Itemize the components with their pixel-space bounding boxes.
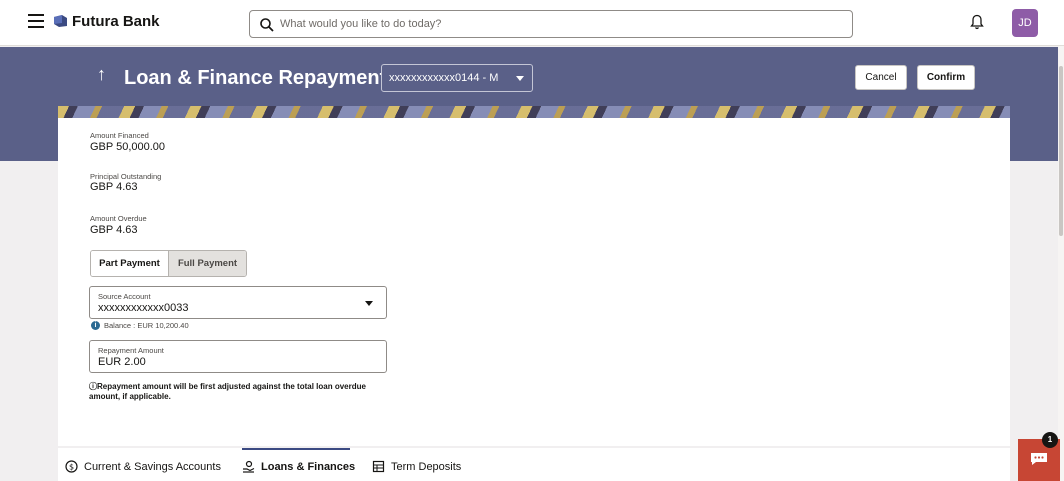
- amount-financed-label: Amount Financed: [90, 131, 149, 140]
- loan-account-value: xxxxxxxxxxxx0144 - M: [389, 72, 499, 84]
- chat-bubble-icon: [1031, 453, 1047, 465]
- payment-type-toggle: Part Payment Full Payment: [90, 250, 247, 277]
- svg-text:$: $: [69, 463, 74, 472]
- product-tabs: $ Current & Savings Accounts Loans & Fin…: [58, 448, 1010, 481]
- loan-account-select[interactable]: xxxxxxxxxxxx0144 - M: [381, 64, 533, 92]
- repayment-note: ⓘRepayment amount will be first adjusted…: [89, 382, 389, 402]
- notification-bell-icon[interactable]: [970, 14, 984, 30]
- active-tab-indicator: [242, 448, 350, 450]
- repayment-amount-value[interactable]: EUR 2.00: [98, 356, 146, 368]
- tab-term-deposits[interactable]: Term Deposits: [372, 460, 461, 473]
- chevron-down-icon: [516, 76, 524, 81]
- chevron-down-icon: [365, 301, 373, 306]
- tab-loans-finances[interactable]: Loans & Finances: [242, 460, 355, 473]
- top-header: Futura Bank JD: [0, 0, 1064, 46]
- repayment-amount-field[interactable]: Repayment Amount EUR 2.00: [89, 340, 387, 373]
- currency-circle-icon: $: [65, 460, 78, 473]
- full-payment-button[interactable]: Full Payment: [168, 251, 246, 276]
- repayment-form-card: Amount Financed GBP 50,000.00 Principal …: [58, 118, 1010, 446]
- principal-outstanding-label: Principal Outstanding: [90, 172, 162, 181]
- balance-text: Balance : EUR 10,200.40: [104, 321, 189, 330]
- source-account-label: Source Account: [98, 292, 151, 301]
- page-title: Loan & Finance Repayments: [124, 67, 398, 89]
- deposit-ledger-icon: [372, 460, 385, 473]
- source-account-dropdown[interactable]: Source Account xxxxxxxxxxxx0033: [89, 286, 387, 319]
- amount-financed-value: GBP 50,000.00: [90, 141, 166, 153]
- tab-label: Loans & Finances: [261, 460, 356, 473]
- cancel-button[interactable]: Cancel: [855, 65, 907, 90]
- principal-outstanding-value: GBP 4.63: [90, 181, 138, 193]
- search-input[interactable]: [280, 15, 840, 33]
- balance-info: i Balance : EUR 10,200.40: [91, 321, 189, 330]
- info-outline-icon: ⓘ: [89, 382, 97, 391]
- user-avatar[interactable]: JD: [1012, 9, 1038, 37]
- source-account-value: xxxxxxxxxxxx0033: [98, 302, 189, 314]
- repayment-note-text: Repayment amount will be first adjusted …: [89, 382, 366, 401]
- confirm-button[interactable]: Confirm: [917, 65, 975, 90]
- tab-label: Current & Savings Accounts: [84, 460, 221, 473]
- amount-overdue-value: GBP 4.63: [90, 224, 138, 236]
- back-arrow-icon[interactable]: ↑: [97, 64, 106, 85]
- decorative-pattern-strip: [58, 106, 1010, 118]
- repayment-amount-label: Repayment Amount: [98, 346, 164, 355]
- loan-hand-icon: [243, 460, 255, 473]
- brand-name[interactable]: Futura Bank: [72, 13, 160, 30]
- bank-logo-icon: [54, 15, 67, 27]
- search-box[interactable]: [249, 10, 853, 38]
- hamburger-menu-icon[interactable]: [28, 14, 44, 28]
- info-icon: i: [91, 321, 100, 330]
- search-icon: [260, 18, 274, 32]
- amount-overdue-label: Amount Overdue: [90, 214, 147, 223]
- scrollbar-thumb[interactable]: [1059, 66, 1063, 236]
- chat-badge: 1: [1042, 432, 1058, 448]
- part-payment-button[interactable]: Part Payment: [91, 251, 168, 276]
- tab-label: Term Deposits: [391, 460, 462, 473]
- page-scrollbar[interactable]: [1058, 46, 1064, 481]
- tab-current-savings[interactable]: $ Current & Savings Accounts: [65, 460, 221, 473]
